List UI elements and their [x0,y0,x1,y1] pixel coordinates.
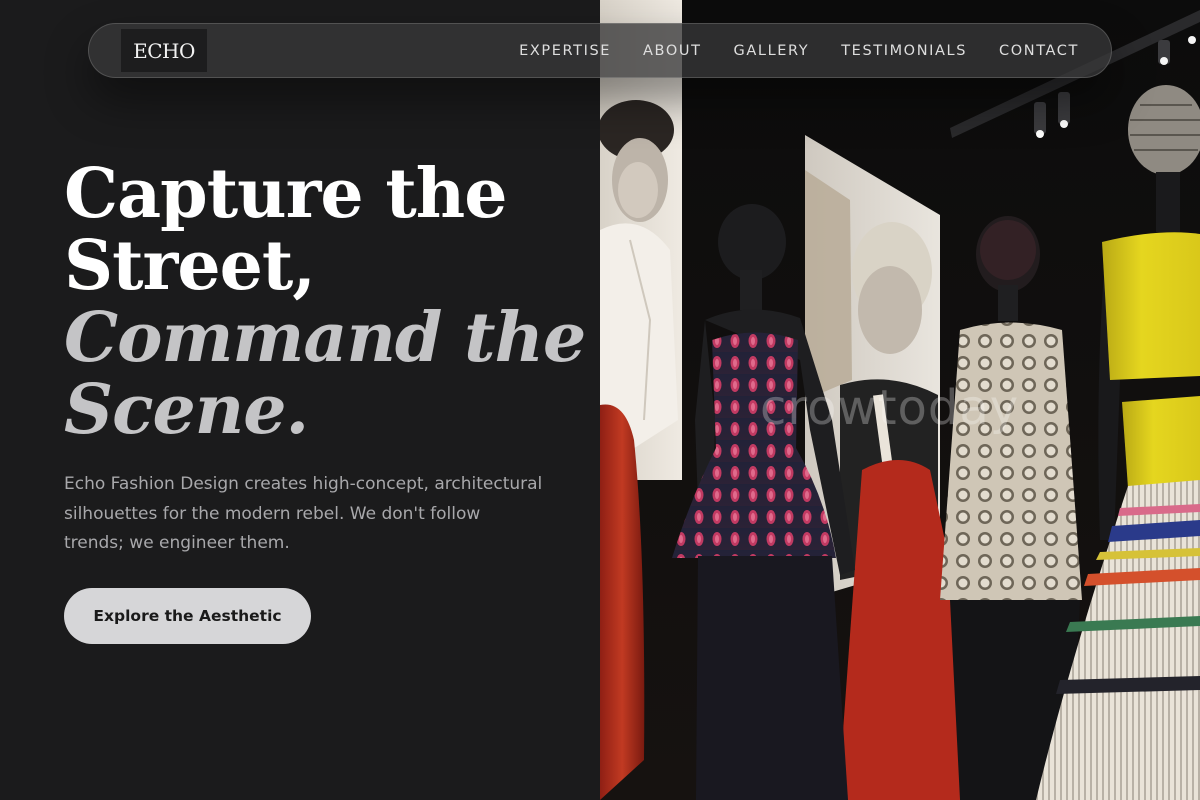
hero-headline: Capture the Street, Command the Scene. [64,154,586,450]
hero-description: Echo Fashion Design creates high-concept… [64,474,543,553]
headline-line-2: Street, [64,226,316,306]
nav-links: EXPERTISE ABOUT GALLERY TESTIMONIALS CON… [487,24,1079,77]
image-watermark: crowtoday [760,380,1019,436]
headline-line-3: Command the [64,298,586,378]
nav-link-testimonials[interactable]: TESTIMONIALS [841,43,967,59]
brand-logo[interactable]: ECHO [121,29,207,72]
hero-image: crowtoday [600,0,1200,800]
hero-section: Capture the Street, Command the Scene. E… [0,0,600,800]
headline-line-1: Capture the [64,154,507,234]
nav-link-contact[interactable]: CONTACT [999,43,1079,59]
explore-aesthetic-button[interactable]: Explore the Aesthetic [64,588,311,644]
nav-link-expertise[interactable]: EXPERTISE [519,43,611,59]
top-navigation: ECHO EXPERTISE ABOUT GALLERY TESTIMONIAL… [88,23,1112,78]
headline-line-4: Scene. [64,370,309,450]
nav-link-about[interactable]: ABOUT [643,43,702,59]
nav-link-gallery[interactable]: GALLERY [734,43,810,59]
